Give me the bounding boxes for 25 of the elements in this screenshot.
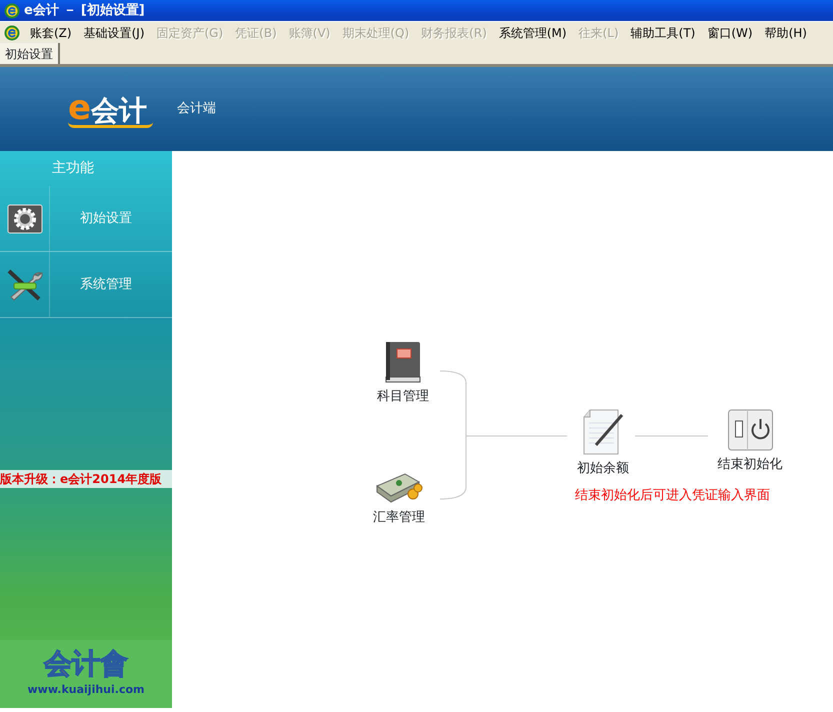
logo: e会计 (68, 90, 154, 128)
menu-item[interactable]: 窗口(W) (701, 24, 759, 42)
footer-logo: 会计會 (44, 650, 128, 678)
menu-item[interactable]: 基础设置(J) (78, 24, 150, 42)
diagram-note: 结束初始化后可进入凭证输入界面 (575, 487, 770, 505)
menu-item[interactable]: 账套(Z) (24, 24, 78, 42)
version-notice: 版本升级：e会计2014年度版 (0, 470, 172, 488)
diagram-node-label[interactable]: 汇率管理 (373, 508, 425, 528)
banner-subtitle: 会计端 (177, 100, 216, 118)
diagram-node-label[interactable]: 结束初始化 (718, 455, 782, 474)
diagram-node-label[interactable]: 科目管理 (377, 387, 429, 406)
diagram-node-label[interactable]: 初始余额 (577, 459, 629, 478)
footer-url: www.kuaijihui.com (28, 682, 144, 698)
menu-item[interactable]: 系统管理(M) (492, 24, 573, 42)
document-pen-icon (582, 409, 624, 455)
document-tab[interactable]: 初始设置 (0, 43, 60, 64)
gear-icon (6, 204, 42, 234)
sidebar-heading: 主功能 (52, 159, 94, 178)
app-icon (4, 2, 20, 18)
menu-app-icon[interactable] (4, 25, 20, 42)
menu-item[interactable]: 帮助(H) (758, 24, 813, 42)
book-icon (383, 341, 423, 383)
window-title: e会计 － [初始设置] (24, 2, 145, 20)
power-switch-icon (727, 409, 773, 451)
menu-item[interactable]: 辅助工具(T) (624, 24, 702, 42)
